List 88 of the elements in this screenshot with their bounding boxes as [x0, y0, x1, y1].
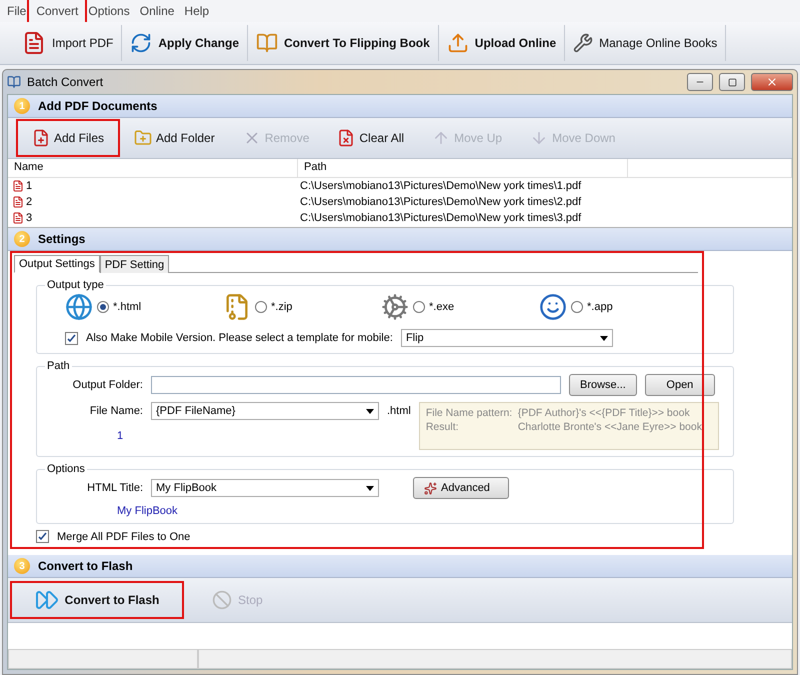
toolbar-button[interactable]: Import PDF — [14, 25, 122, 61]
hint-label: Result: — [426, 421, 460, 433]
hint-value: Charlotte Bronte's <<Jane Eyre>> book — [518, 421, 703, 433]
column-header[interactable]: Path — [298, 159, 628, 177]
face-icon — [539, 293, 567, 321]
extension-label: .html — [387, 405, 411, 417]
radio-label: *.exe — [429, 301, 454, 313]
pdf-file-icon — [12, 212, 24, 224]
pdf-file-icon — [22, 31, 46, 55]
table-cell: 3 — [8, 212, 298, 224]
globe-icon — [65, 293, 93, 321]
group-label: Options — [46, 463, 86, 475]
menu-item[interactable]: Help — [179, 2, 214, 20]
open-button[interactable]: Open — [644, 374, 715, 396]
step-number: 1 — [14, 98, 30, 114]
advanced-button[interactable]: Advanced — [413, 477, 509, 499]
html-title-preview: My FlipBook — [117, 505, 178, 517]
radio-button[interactable] — [97, 301, 109, 313]
toolbar-button[interactable]: Add Folder — [122, 121, 227, 155]
toolbar-button[interactable]: Apply Change — [122, 25, 248, 61]
step-number: 3 — [14, 558, 30, 574]
upload-icon — [446, 32, 469, 54]
table-cell: 2 — [8, 196, 298, 208]
toolbar-button[interactable]: Convert To Flipping Book — [248, 25, 439, 61]
table-cell-text: C:\Users\mobiano13\Pictures\Demo\New york times\3.pdf — [299, 212, 582, 224]
toolbar-button[interactable]: Add Files — [18, 121, 118, 155]
radio-button[interactable] — [255, 301, 267, 313]
pdf-file-icon — [12, 196, 24, 208]
menu-item[interactable]: File — [2, 2, 32, 20]
table-cell: 1 — [8, 180, 298, 192]
pdf-file-icon — [12, 180, 24, 192]
dropdown-arrow-icon — [366, 486, 374, 490]
tab[interactable]: Output Settings — [14, 255, 100, 273]
close-icon — [766, 76, 778, 88]
section-title: Settings — [38, 232, 86, 246]
tab[interactable]: PDF Setting — [100, 255, 170, 273]
column-header[interactable]: Name — [8, 159, 298, 177]
dropdown-arrow-icon — [366, 408, 374, 414]
radio-label: *.html — [113, 301, 142, 313]
checkbox-label: Also Make Mobile Version. Please select a template for mobile: — [86, 332, 393, 344]
book-icon — [256, 32, 278, 54]
output-folder-field[interactable] — [151, 376, 561, 394]
section-title: Add PDF Documents — [38, 99, 158, 113]
radio-label: *.zip — [271, 301, 292, 313]
field-label: File Name: — [88, 405, 143, 417]
menu-item[interactable]: Online — [134, 2, 180, 20]
refresh-icon — [130, 32, 152, 54]
table-cell-text: C:\Users\mobiano13\Pictures\Demo\New york times\2.pdf — [299, 196, 582, 208]
hint-value: {PDF Author}'s <<{PDF Title}>> book — [518, 407, 691, 419]
dropdown-arrow-icon — [600, 336, 608, 340]
toolbar-button[interactable]: Upload Online — [438, 25, 566, 61]
group-label: Path — [46, 360, 71, 372]
table-cell-text: C:\Users\mobiano13\Pictures\Demo\New york times\1.pdf — [299, 180, 582, 192]
field-label: Output Folder: — [72, 379, 143, 391]
browse-button[interactable]: Browse... — [569, 374, 637, 396]
sparkle-icon — [424, 482, 437, 494]
app-icon — [7, 75, 21, 89]
html-title-dropdown[interactable]: My FlipBook — [151, 479, 379, 497]
hint-label: File Name pattern: — [426, 407, 514, 419]
toolbar-button[interactable]: Manage Online Books — [565, 25, 726, 61]
radio-button[interactable] — [413, 301, 425, 313]
section-title: Convert to Flash — [38, 559, 133, 573]
step-number: 2 — [14, 231, 30, 247]
fast-forward-icon — [34, 588, 59, 612]
stop-icon — [212, 590, 232, 610]
radio-button[interactable] — [571, 301, 583, 313]
maximize-button[interactable] — [719, 73, 745, 91]
radio-label: *.app — [587, 301, 613, 313]
checkbox[interactable] — [36, 530, 49, 543]
field-label: HTML Title: — [86, 482, 143, 494]
close-button[interactable] — [751, 73, 793, 91]
checkbox[interactable] — [65, 332, 78, 344]
group-label: Output type — [46, 279, 105, 291]
file-name-preview: 1 — [117, 430, 124, 442]
add-folder-icon — [134, 129, 152, 147]
toolbar-button[interactable]: Clear All — [325, 121, 416, 155]
template-dropdown[interactable]: Flip — [400, 329, 613, 347]
menu-item[interactable]: Options — [83, 2, 135, 20]
action-button[interactable]: Convert to Flash — [12, 583, 182, 617]
clear-icon — [337, 129, 356, 147]
window-title: Batch Convert — [27, 75, 104, 89]
maximize-icon — [728, 78, 736, 86]
file-name-dropdown[interactable]: {PDF FileName} — [151, 402, 379, 420]
gear-icon — [381, 293, 409, 321]
wrench-icon — [573, 33, 594, 53]
add-file-icon — [32, 129, 50, 147]
minimize-button[interactable] — [687, 73, 713, 91]
checkbox-label: Merge All PDF Files to One — [57, 530, 190, 542]
